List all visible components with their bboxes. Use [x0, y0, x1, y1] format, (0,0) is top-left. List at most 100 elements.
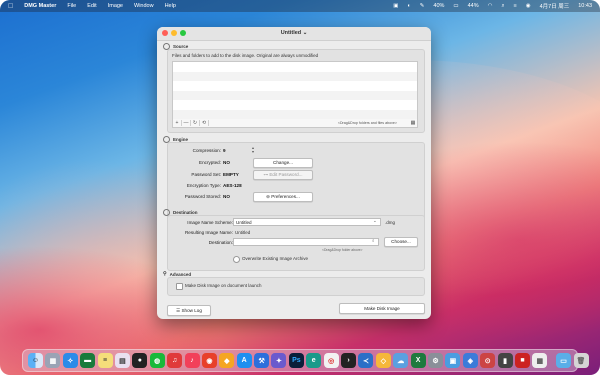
- image-name-scheme-field[interactable]: Untitled: [233, 218, 381, 226]
- encrypted-value: NO: [223, 160, 230, 165]
- resulting-name-value: Untitled: [235, 230, 251, 235]
- status-icon[interactable]: ▣: [393, 3, 398, 9]
- battery-percent[interactable]: 40%: [433, 3, 444, 9]
- finder2-icon[interactable]: ☁: [393, 353, 409, 368]
- calendar-icon[interactable]: ▦: [532, 353, 548, 368]
- status-icon[interactable]: ◐: [407, 3, 410, 9]
- close-button[interactable]: [162, 30, 168, 36]
- launchpad-icon[interactable]: ▦: [45, 353, 61, 368]
- wechat-icon[interactable]: ◍: [149, 353, 165, 368]
- system-prefs-icon[interactable]: ⚙: [427, 353, 443, 368]
- window-title[interactable]: Untitled ⌄: [157, 27, 431, 40]
- safari-icon[interactable]: ✧: [62, 353, 78, 368]
- status-icon[interactable]: ✎: [420, 3, 425, 9]
- menu-edit[interactable]: Edit: [87, 3, 96, 9]
- title-bar[interactable]: Untitled ⌄: [157, 27, 431, 41]
- weibo-icon[interactable]: ◉: [201, 353, 217, 368]
- source-drop-hint: <Drag&Drop folders and files above>: [337, 121, 397, 125]
- source-description: Files and folders to add to the disk ima…: [172, 53, 319, 58]
- add-button[interactable]: +: [173, 120, 182, 126]
- activity-icon[interactable]: ▮: [497, 353, 513, 368]
- sketch2-icon[interactable]: ◇: [375, 353, 391, 368]
- extension-label: .dmg: [385, 220, 396, 225]
- change-button[interactable]: Change...: [253, 158, 313, 168]
- dock: ☺ ▦ ✧ ▬ ≡ ▤ ● ◍ ♫ ♪ ◉ ◆ A ⚒ ✦ Ps e ◎ › ≺…: [22, 349, 589, 372]
- photoshop-icon[interactable]: Ps: [288, 353, 304, 368]
- make-disk-image-button[interactable]: Make Disk Image: [339, 303, 425, 314]
- notes-icon[interactable]: ≡: [97, 353, 113, 368]
- password-set-label: Password Set:: [191, 172, 221, 177]
- app-window: Untitled ⌄ Source Files and folders to a…: [157, 27, 431, 319]
- destination-drop-hint: <Drag&Drop folder above>: [322, 248, 363, 252]
- trash-icon[interactable]: 🗑: [573, 353, 589, 368]
- menu-date[interactable]: 4月7日 周三: [540, 2, 570, 10]
- destination-field[interactable]: [233, 238, 379, 246]
- minimize-button[interactable]: [171, 30, 177, 36]
- dmg-master-icon[interactable]: ◈: [462, 353, 478, 368]
- terminal-icon[interactable]: ▬: [80, 353, 96, 368]
- compression-value: 9: [223, 148, 226, 153]
- desktop-wallpaper:  DMG Master File Edit Image Window Help…: [0, 0, 600, 375]
- edit-password-button[interactable]: ⊶ Edit Password...: [253, 170, 313, 180]
- encrypted-label: Encrypted:: [199, 160, 221, 165]
- menu-file[interactable]: File: [67, 3, 76, 9]
- grid-icon[interactable]: ▦: [409, 120, 417, 126]
- zoom-button[interactable]: [180, 30, 186, 36]
- scheme-dropdown-icon[interactable]: ⌄: [373, 218, 377, 224]
- vscode-icon[interactable]: ≺: [358, 353, 374, 368]
- folder-icon[interactable]: ▭: [556, 353, 572, 368]
- advanced-icon: ⚲: [163, 271, 167, 277]
- gallery-icon[interactable]: ▤: [114, 353, 130, 368]
- qq-icon[interactable]: ●: [132, 353, 148, 368]
- chrome-icon[interactable]: ◎: [323, 353, 339, 368]
- disk-utility-icon[interactable]: ⊙: [480, 353, 496, 368]
- menu-window[interactable]: Window: [134, 3, 154, 9]
- encryption-type-value: AES-128: [223, 183, 242, 188]
- encryption-type-label: Encryption Type:: [186, 183, 221, 188]
- resulting-name-label: Resulting Image Name:: [184, 230, 233, 235]
- menu-image[interactable]: Image: [108, 3, 123, 9]
- menu-time[interactable]: 10:43: [578, 3, 592, 9]
- app-store-icon[interactable]: A: [236, 353, 252, 368]
- instruments-icon[interactable]: ✦: [271, 353, 287, 368]
- music-icon[interactable]: ♪: [184, 353, 200, 368]
- control-center-icon[interactable]: ≡: [514, 3, 517, 9]
- menu-bar:  DMG Master File Edit Image Window Help…: [0, 0, 600, 12]
- status-percent[interactable]: 44%: [468, 3, 479, 9]
- xcode-icon[interactable]: ⚒: [254, 353, 270, 368]
- revert-button[interactable]: ⟲: [200, 120, 209, 126]
- image-name-scheme-label: Image Name Scheme:: [187, 220, 233, 225]
- choose-button[interactable]: Choose...: [384, 237, 418, 247]
- netease-music-icon[interactable]: ♫: [167, 353, 183, 368]
- siri-icon[interactable]: ◉: [526, 3, 531, 9]
- photo-booth-icon[interactable]: ■: [514, 353, 530, 368]
- wifi-icon[interactable]: ◠: [488, 3, 493, 9]
- show-log-button[interactable]: ☰ Show Log: [167, 305, 211, 316]
- file-list[interactable]: [172, 61, 418, 121]
- compression-label: Compression:: [192, 148, 221, 153]
- preview-icon[interactable]: ▣: [445, 353, 461, 368]
- battery-icon[interactable]: ▭: [453, 3, 458, 9]
- destination-label: Destination:: [208, 240, 233, 245]
- edge-icon[interactable]: e: [306, 353, 322, 368]
- menu-help[interactable]: Help: [165, 3, 176, 9]
- search-icon[interactable]: ⌕: [372, 238, 375, 243]
- sketch-icon[interactable]: ◆: [219, 353, 235, 368]
- make-on-launch-checkbox[interactable]: [176, 283, 183, 290]
- terminal-dark-icon[interactable]: ›: [341, 353, 357, 368]
- password-set-value: EMPTY: [223, 172, 239, 177]
- compression-stepper[interactable]: ▴ ▾: [252, 146, 254, 154]
- apple-icon[interactable]: : [8, 3, 13, 10]
- make-on-launch-label: Make Disk Image on document launch: [185, 283, 262, 288]
- password-stored-label: Password Stored:: [184, 194, 221, 199]
- preferences-button[interactable]: ⊖ Preferences...: [253, 192, 313, 202]
- refresh-button[interactable]: ↻: [191, 120, 200, 126]
- app-menu[interactable]: DMG Master: [24, 3, 56, 9]
- file-list-toolbar: + — ↻ ⟲ <Drag&Drop folders and files abo…: [172, 119, 418, 128]
- search-icon[interactable]: ⌕: [501, 3, 504, 10]
- finder-icon[interactable]: ☺: [28, 353, 43, 368]
- overwrite-checkbox[interactable]: [233, 256, 240, 263]
- excel-icon[interactable]: X: [410, 353, 426, 368]
- overwrite-label: Overwrite Existing Image Archive: [242, 256, 309, 261]
- remove-button[interactable]: —: [182, 120, 191, 126]
